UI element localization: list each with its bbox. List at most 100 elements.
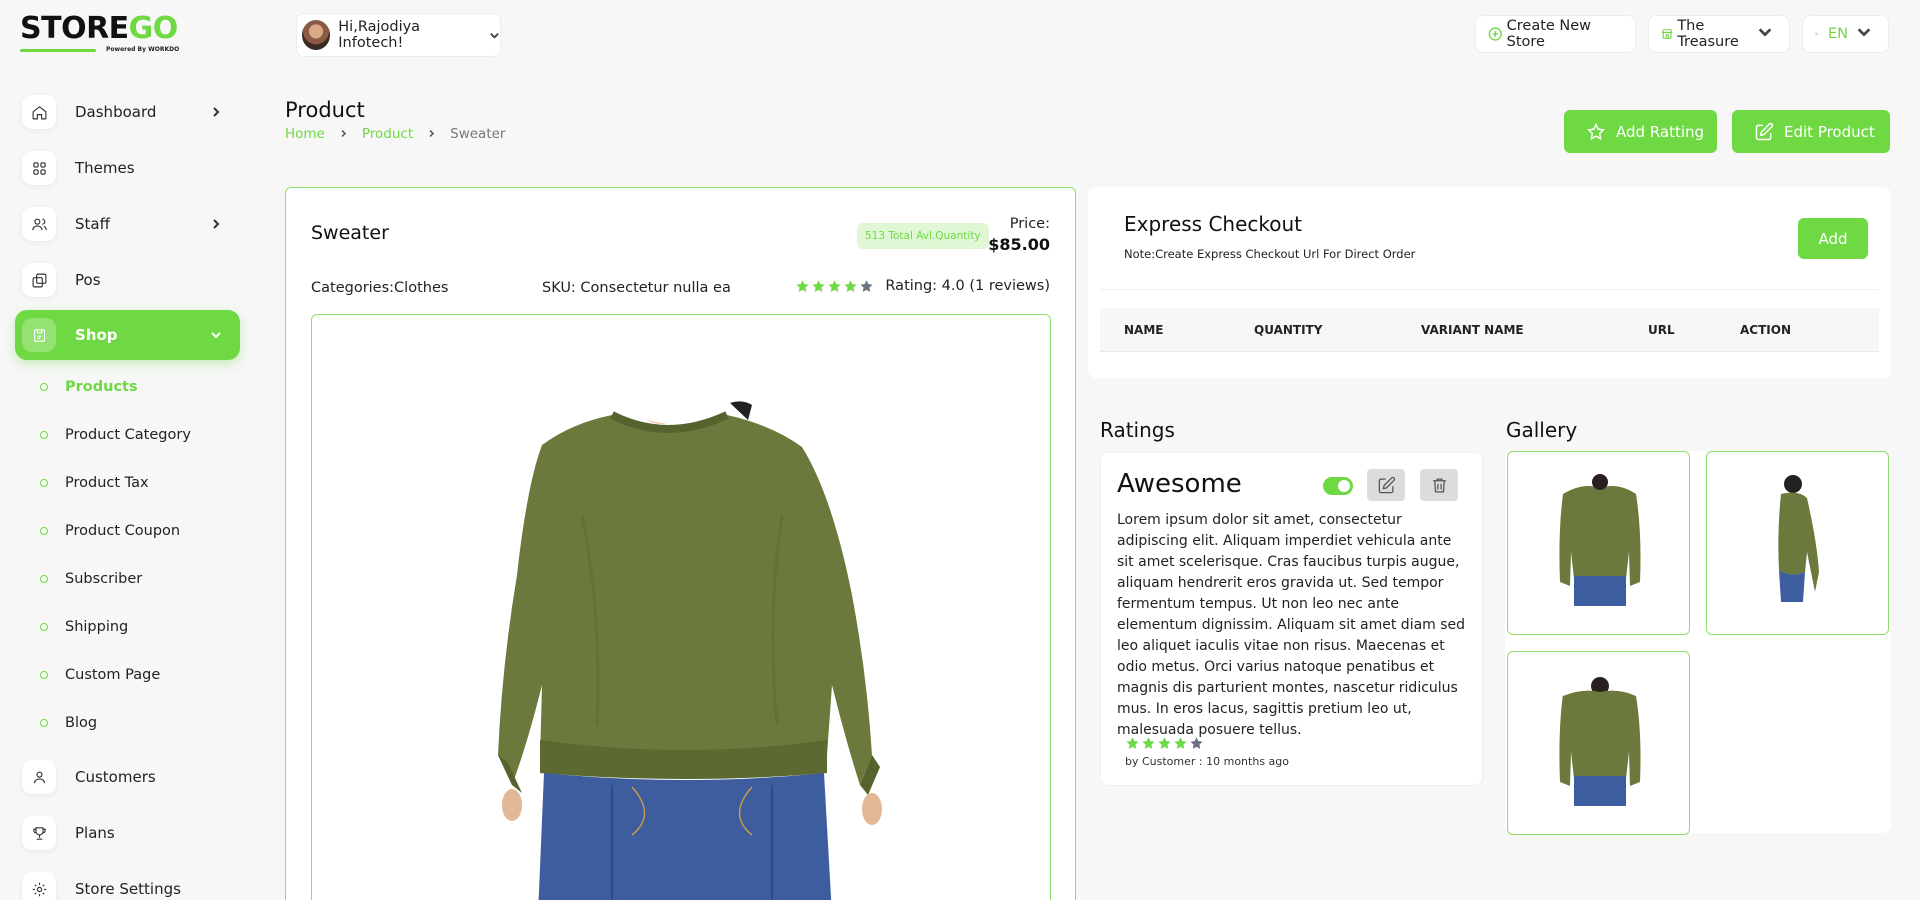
star-filled-icon [844,279,857,292]
star-filled-icon [796,279,809,292]
add-express-checkout-button[interactable]: Add [1798,218,1868,259]
sidebar-subitem-label: Product Coupon [65,523,181,539]
sidebar-item-dashboard[interactable]: Dashboard [15,87,240,137]
sidebar-item-label: Themes [75,159,135,177]
express-checkout-title: Express Checkout [1124,212,1303,236]
product-name: Sweater [311,222,389,244]
bullet-icon [40,719,48,727]
edit-icon [1755,122,1774,140]
sweater-side-image [1778,475,1819,602]
product-card: Sweater 513 Total Avl.Quantity Price: $8… [285,187,1076,900]
divider [1100,289,1879,290]
sidebar-subitem-custom-page[interactable]: Custom Page [40,663,160,687]
sidebar-item-label: Customers [75,768,156,786]
sidebar-subitem-subscriber[interactable]: Subscriber [40,567,142,591]
create-store-label: Create New Store [1506,18,1592,50]
sidebar-subitem-label: Product Tax [65,475,149,491]
rating-status-toggle[interactable] [1323,477,1353,495]
star-filled-icon [1142,737,1155,749]
quantity-badge: 513 Total Avl.Quantity [857,223,989,249]
delete-rating-button[interactable] [1420,469,1458,501]
product-main-image [311,314,1051,900]
sidebar-item-pos[interactable]: Pos [15,255,240,305]
express-checkout-table-header: NAME QUANTITY VARIANT NAME URL ACTION [1100,308,1879,352]
sidebar-subitem-shipping[interactable]: Shipping [40,615,128,639]
star-empty-icon [860,279,873,292]
sidebar-subitem-label: Products [65,379,138,395]
gallery-image-side[interactable] [1706,451,1889,635]
breadcrumb-product[interactable]: Product [362,126,413,142]
sidebar-subitem-products[interactable]: Products [40,375,138,399]
sidebar: STOREGO Powered By WORKDO Dashboard Them… [0,0,256,900]
gallery-card [1505,451,1891,835]
column-header-action[interactable]: ACTION [1740,323,1791,337]
product-sku: SKU: Consectetur nulla ea [542,280,731,296]
star-filled-icon [828,279,841,292]
bullet-icon [40,671,48,679]
sweater-image [498,401,882,900]
star-icon [1587,122,1605,140]
sidebar-subitem-product-tax[interactable]: Product Tax [40,471,149,495]
breadcrumb-home[interactable]: Home [285,126,325,142]
sidebar-item-label: Dashboard [75,103,157,121]
column-header-variant-name[interactable]: VARIANT NAME [1421,323,1524,337]
bullet-icon [40,575,48,583]
edit-rating-button[interactable] [1367,469,1405,501]
sweater-front-image [1559,474,1641,606]
bullet-icon [40,527,48,535]
product-categories: Categories:Clothes [311,280,449,296]
sidebar-subitem-product-category[interactable]: Product Category [40,423,191,447]
column-header-url[interactable]: URL [1648,323,1675,337]
store-name: The Treasure [1677,18,1739,50]
column-header-quantity[interactable]: QUANTITY [1254,323,1322,337]
user-icon [22,760,56,794]
store-selector[interactable]: The Treasure [1648,15,1790,53]
rating-text: Rating: 4.0 (1 reviews) [885,278,1050,294]
sidebar-item-shop[interactable]: Shop [15,310,240,360]
sidebar-item-themes[interactable]: Themes [15,143,240,193]
language-label: EN [1827,26,1848,42]
user-greeting: Hi,Rajodiya Infotech! [338,19,421,51]
sidebar-item-label: Store Settings [75,880,181,898]
chevron-right-icon [206,218,226,230]
sidebar-item-plans[interactable]: Plans [15,808,240,858]
star-filled-icon [1126,737,1139,749]
sidebar-item-staff[interactable]: Staff [15,199,240,249]
sidebar-item-store-settings[interactable]: Store Settings [15,864,240,900]
edit-product-button[interactable]: Edit Product [1732,110,1890,153]
sidebar-subitem-product-coupon[interactable]: Product Coupon [40,519,180,543]
gallery-image-front[interactable] [1507,451,1690,635]
rating-card: Awesome Lorem ipsum dolor sit amet, cons… [1100,452,1483,786]
review-stars [1125,736,1205,751]
star-filled-icon [812,279,825,292]
breadcrumb: Home Product Sweater [285,126,505,142]
star-empty-icon [1190,737,1203,749]
settings-icon [22,872,56,900]
sidebar-item-customers[interactable]: Customers [15,752,240,802]
rating-author: by Customer : 10 months ago [1125,755,1289,768]
chevron-down-icon [481,26,500,45]
layers-icon [22,263,56,297]
rating-description: Lorem ipsum dolor sit amet, consectetur … [1117,512,1466,738]
page-title: Product [285,98,365,122]
user-menu[interactable]: Hi,Rajodiya Infotech! [296,13,501,57]
sidebar-subitem-label: Custom Page [65,667,161,683]
gallery-image-back[interactable] [1507,651,1690,835]
globe-icon [1815,32,1818,36]
sweater-back-image [1559,677,1641,806]
add-rating-button[interactable]: Add Ratting [1564,110,1717,153]
add-rating-label: Add Ratting [1616,122,1705,141]
shop-icon [22,318,56,352]
sidebar-item-label: Staff [75,215,110,233]
brand-logo[interactable]: STOREGO Powered By WORKDO [20,12,190,56]
bullet-icon [40,623,48,631]
language-selector[interactable]: EN [1802,15,1889,53]
sidebar-item-label: Plans [75,824,115,842]
rating-stars [795,279,875,294]
trash-icon [1432,478,1446,492]
sidebar-subitem-blog[interactable]: Blog [40,711,97,735]
column-header-name[interactable]: NAME [1124,323,1163,337]
chevron-right-icon [206,106,226,118]
express-checkout-note: Note:Create Express Checkout Url For Dir… [1124,247,1416,261]
create-store-button[interactable]: Create New Store [1475,15,1636,53]
